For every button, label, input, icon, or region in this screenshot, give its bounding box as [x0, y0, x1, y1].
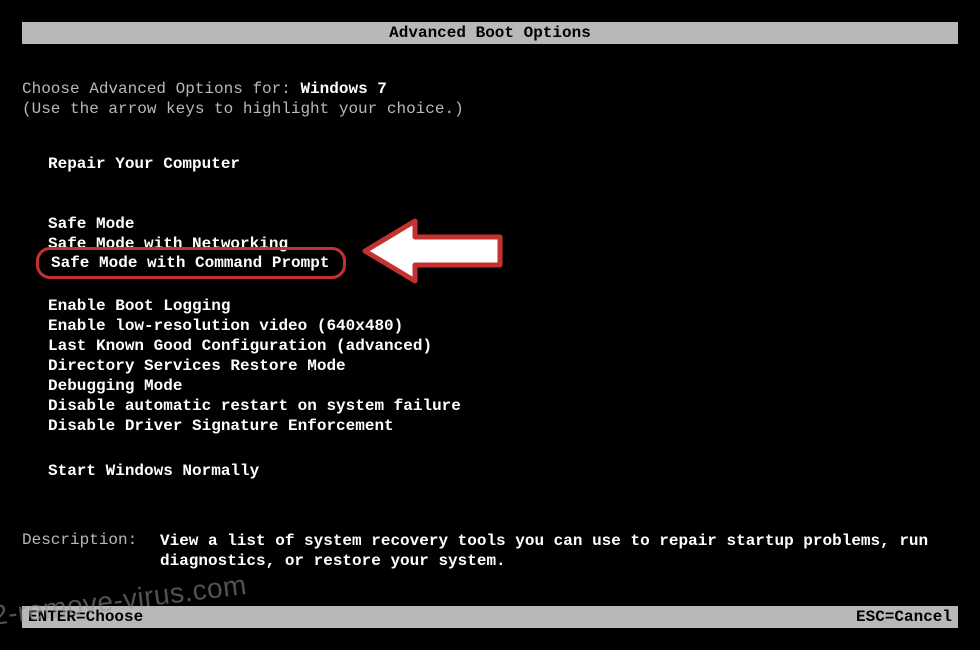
option-safe-mode[interactable]: Safe Mode — [48, 215, 134, 233]
option-directory-services-restore[interactable]: Directory Services Restore Mode — [48, 357, 346, 375]
intro-hint: (Use the arrow keys to highlight your ch… — [22, 100, 464, 118]
description-label: Description: — [22, 531, 137, 549]
option-debugging-mode[interactable]: Debugging Mode — [48, 377, 182, 395]
pointer-arrow-icon — [360, 213, 510, 288]
title-bar: Advanced Boot Options — [22, 22, 958, 44]
option-disable-driver-signature[interactable]: Disable Driver Signature Enforcement — [48, 417, 394, 435]
intro-prefix: Choose Advanced Options for: — [22, 80, 300, 98]
description-text: View a list of system recovery tools you… — [160, 531, 940, 571]
option-safe-mode-command-prompt-highlight[interactable]: Safe Mode with Command Prompt — [36, 247, 346, 279]
footer-esc: ESC=Cancel — [856, 606, 952, 628]
option-safe-mode-command-prompt: Safe Mode with Command Prompt — [51, 254, 329, 272]
option-enable-boot-logging[interactable]: Enable Boot Logging — [48, 297, 230, 315]
option-last-known-good[interactable]: Last Known Good Configuration (advanced) — [48, 337, 432, 355]
intro-line: Choose Advanced Options for: Windows 7 — [22, 80, 387, 98]
option-repair-your-computer[interactable]: Repair Your Computer — [48, 155, 240, 173]
option-start-windows-normally[interactable]: Start Windows Normally — [48, 462, 259, 480]
option-low-resolution-video[interactable]: Enable low-resolution video (640x480) — [48, 317, 403, 335]
option-disable-auto-restart[interactable]: Disable automatic restart on system fail… — [48, 397, 461, 415]
intro-os: Windows 7 — [300, 80, 386, 98]
